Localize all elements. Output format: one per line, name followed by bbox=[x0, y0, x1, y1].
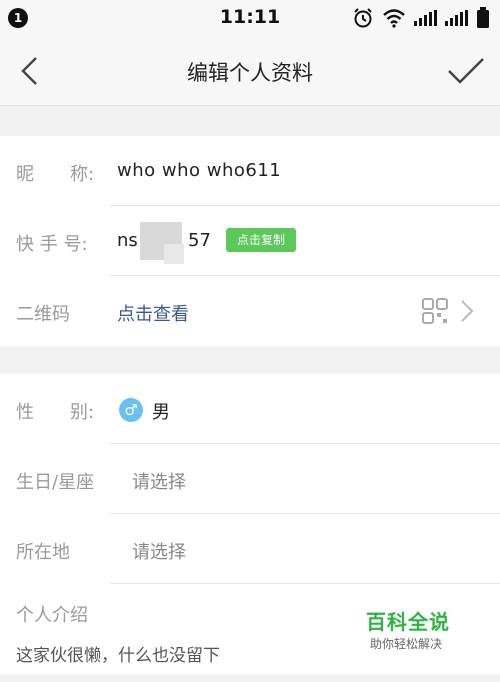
nav-bar: 编辑个人资料 bbox=[0, 36, 500, 106]
kuaishou-id-suffix: 57 bbox=[188, 230, 211, 251]
intro-value[interactable]: 这家伙很懒，什么也没留下 bbox=[16, 641, 220, 666]
divider bbox=[110, 443, 500, 444]
signal-icon bbox=[414, 10, 437, 26]
watermark-subtitle: 助你轻松解决 bbox=[370, 637, 443, 651]
redacted-block bbox=[164, 244, 184, 264]
copy-button[interactable]: 点击复制 bbox=[226, 228, 296, 252]
alarm-icon bbox=[354, 8, 372, 28]
watermark-logo: 百科全说 bbox=[366, 610, 450, 634]
male-icon: ♂ bbox=[119, 398, 143, 422]
nickname-label: 昵 称: bbox=[16, 164, 95, 185]
location-label: 所在地 bbox=[16, 542, 70, 563]
gender-label: 性 别: bbox=[16, 402, 95, 423]
qrcode-label: 二维码 bbox=[16, 304, 70, 325]
wifi-icon bbox=[383, 9, 405, 28]
checkmark-icon[interactable] bbox=[446, 53, 486, 89]
divider bbox=[110, 583, 500, 584]
signal-icon-2 bbox=[445, 10, 468, 26]
battery-icon bbox=[477, 7, 489, 28]
intro-label: 个人介绍 bbox=[16, 605, 88, 626]
qrcode-view-link[interactable]: 点击查看 bbox=[117, 300, 189, 326]
location-select[interactable]: 请选择 bbox=[132, 538, 186, 564]
divider bbox=[110, 275, 500, 276]
nickname-value: who who who611 bbox=[117, 160, 282, 181]
birthday-select[interactable]: 请选择 bbox=[132, 468, 186, 494]
birthday-label: 生日/星座 bbox=[16, 472, 95, 493]
qrcode-icon bbox=[422, 298, 448, 324]
page-title: 编辑个人资料 bbox=[187, 61, 313, 85]
gender-value: 男 bbox=[152, 402, 170, 423]
kuaishou-id-label: 快 手 号: bbox=[16, 234, 88, 255]
status-bar: 1 11:11 bbox=[0, 0, 500, 36]
divider bbox=[110, 513, 500, 514]
kuaishou-id-prefix: ns bbox=[117, 230, 138, 251]
chevron-right-icon bbox=[461, 300, 474, 322]
status-icons bbox=[352, 6, 490, 30]
divider bbox=[110, 205, 500, 206]
